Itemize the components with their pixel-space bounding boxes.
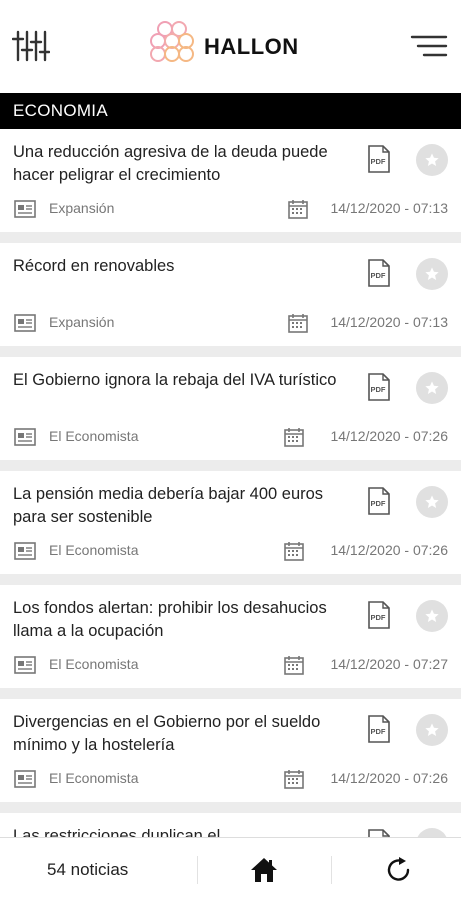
raspberry-logo-icon bbox=[150, 21, 194, 62]
pdf-icon[interactable]: PDF bbox=[367, 601, 391, 629]
logo-text: HALLON bbox=[204, 34, 299, 59]
article-title[interactable]: El Gobierno ignora la rebaja del IVA tur… bbox=[13, 369, 343, 392]
svg-text:PDF: PDF bbox=[371, 385, 386, 394]
article-title[interactable]: Récord en renovables bbox=[13, 255, 343, 278]
article-title[interactable]: Los fondos alertan: prohibir los desahuc… bbox=[13, 597, 343, 643]
article-date: 14/12/2020 - 07:13 bbox=[330, 200, 448, 216]
filter-button[interactable] bbox=[11, 28, 51, 64]
toolbar-divider bbox=[331, 856, 332, 884]
article-title[interactable]: Las restricciones duplican el bbox=[13, 825, 343, 837]
calendar-icon bbox=[288, 314, 308, 333]
star-icon bbox=[425, 723, 439, 736]
article-meta: El Economista 14/12/2020 - 07:27 bbox=[0, 655, 461, 675]
calendar-icon bbox=[288, 200, 308, 219]
article-source: Expansión bbox=[49, 200, 115, 216]
article-date: 14/12/2020 - 07:27 bbox=[330, 656, 448, 672]
article-list: Una reducción agresiva de la deuda puede… bbox=[0, 129, 461, 837]
pdf-icon[interactable]: PDF bbox=[367, 829, 391, 837]
favorite-button[interactable] bbox=[416, 258, 448, 290]
calendar-icon bbox=[284, 770, 304, 789]
home-icon bbox=[251, 858, 277, 882]
star-icon bbox=[425, 381, 439, 394]
pdf-icon[interactable]: PDF bbox=[367, 715, 391, 743]
article-source: Expansión bbox=[49, 314, 115, 330]
article-source: El Economista bbox=[49, 542, 139, 558]
newspaper-icon bbox=[14, 770, 36, 788]
article-meta: Expansión 14/12/2020 - 07:13 bbox=[0, 313, 461, 333]
toolbar-divider bbox=[197, 856, 198, 884]
newspaper-icon bbox=[14, 656, 36, 674]
sliders-icon bbox=[11, 30, 51, 62]
article-date: 14/12/2020 - 07:26 bbox=[330, 770, 448, 786]
star-icon bbox=[425, 267, 439, 280]
home-button[interactable] bbox=[250, 856, 278, 884]
favorite-button[interactable] bbox=[416, 144, 448, 176]
calendar-icon bbox=[284, 542, 304, 561]
favorite-button[interactable] bbox=[416, 714, 448, 746]
article-title[interactable]: Una reducción agresiva de la deuda puede… bbox=[13, 141, 343, 187]
newspaper-icon bbox=[14, 428, 36, 446]
pdf-icon[interactable]: PDF bbox=[367, 373, 391, 401]
article-source: El Economista bbox=[49, 428, 139, 444]
article-date: 14/12/2020 - 07:26 bbox=[330, 542, 448, 558]
article-meta: El Economista 14/12/2020 - 07:26 bbox=[0, 769, 461, 789]
article-meta: Expansión 14/12/2020 - 07:13 bbox=[0, 199, 461, 219]
newspaper-icon bbox=[14, 200, 36, 218]
bottom-toolbar: 54 noticias bbox=[0, 837, 461, 900]
article-title[interactable]: La pensión media debería bajar 400 euros… bbox=[13, 483, 343, 529]
star-icon bbox=[425, 153, 439, 166]
article-card[interactable]: Récord en renovables PDF Expansión 14/12… bbox=[0, 243, 461, 346]
article-card[interactable]: La pensión media debería bajar 400 euros… bbox=[0, 471, 461, 574]
article-meta: El Economista 14/12/2020 - 07:26 bbox=[0, 427, 461, 447]
star-icon bbox=[425, 495, 439, 508]
refresh-button[interactable] bbox=[384, 855, 414, 885]
pdf-icon[interactable]: PDF bbox=[367, 259, 391, 287]
svg-text:PDF: PDF bbox=[371, 271, 386, 280]
article-card[interactable]: Una reducción agresiva de la deuda puede… bbox=[0, 129, 461, 232]
article-date: 14/12/2020 - 07:13 bbox=[330, 314, 448, 330]
pdf-icon[interactable]: PDF bbox=[367, 487, 391, 515]
app-header: HALLON bbox=[0, 0, 461, 93]
svg-text:PDF: PDF bbox=[371, 727, 386, 736]
svg-text:PDF: PDF bbox=[371, 613, 386, 622]
article-title[interactable]: Divergencias en el Gobierno por el sueld… bbox=[13, 711, 343, 757]
pdf-icon[interactable]: PDF bbox=[367, 145, 391, 173]
article-date: 14/12/2020 - 07:26 bbox=[330, 428, 448, 444]
hallon-logo: HALLON bbox=[144, 20, 324, 70]
article-source: El Economista bbox=[49, 656, 139, 672]
hamburger-menu-icon bbox=[410, 35, 448, 57]
svg-text:PDF: PDF bbox=[371, 499, 386, 508]
menu-button[interactable] bbox=[408, 32, 448, 60]
svg-text:PDF: PDF bbox=[371, 157, 386, 166]
newspaper-icon bbox=[14, 314, 36, 332]
article-card[interactable]: Las restricciones duplican el PDF bbox=[0, 813, 461, 837]
favorite-button[interactable] bbox=[416, 600, 448, 632]
favorite-button[interactable] bbox=[416, 828, 448, 837]
section-header: ECONOMIA bbox=[0, 93, 461, 129]
article-card[interactable]: El Gobierno ignora la rebaja del IVA tur… bbox=[0, 357, 461, 460]
article-source: El Economista bbox=[49, 770, 139, 786]
star-icon bbox=[425, 609, 439, 622]
article-meta: El Economista 14/12/2020 - 07:26 bbox=[0, 541, 461, 561]
news-count: 54 noticias bbox=[47, 860, 129, 879]
favorite-button[interactable] bbox=[416, 372, 448, 404]
refresh-icon bbox=[387, 857, 410, 881]
article-card[interactable]: Los fondos alertan: prohibir los desahuc… bbox=[0, 585, 461, 688]
calendar-icon bbox=[284, 656, 304, 675]
article-card[interactable]: Divergencias en el Gobierno por el sueld… bbox=[0, 699, 461, 802]
calendar-icon bbox=[284, 428, 304, 447]
newspaper-icon bbox=[14, 542, 36, 560]
favorite-button[interactable] bbox=[416, 486, 448, 518]
